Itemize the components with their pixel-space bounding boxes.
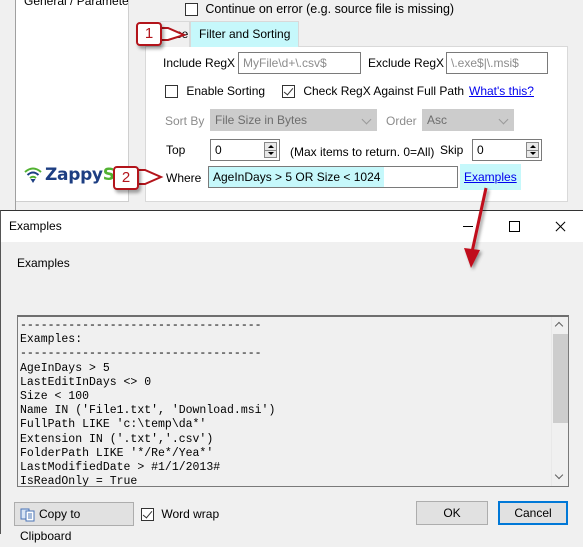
sort-by-dropdown[interactable]: File Size in Bytes xyxy=(210,109,377,131)
top-spinner[interactable]: 0 xyxy=(210,139,280,161)
top-value: 0 xyxy=(215,143,222,157)
clipboard-icon xyxy=(20,508,35,522)
parent-window: General / Paramete ZappySy Continue on e… xyxy=(0,0,583,210)
sort-by-value: File Size in Bytes xyxy=(215,113,308,127)
examples-dialog: Examples Examples ----------------------… xyxy=(0,210,583,543)
nav-item-general-parameters[interactable]: General / Paramete xyxy=(24,0,128,8)
word-wrap-label: Word wrap xyxy=(161,507,220,521)
dialog-title: Examples xyxy=(9,219,62,233)
include-regx-input[interactable]: MyFile\d+\.csv$ xyxy=(238,52,361,74)
chevron-down-icon xyxy=(498,114,509,125)
code-line: ----------------------------------- xyxy=(20,347,262,361)
check-full-path-checkbox[interactable]: Check RegX Against Full Path xyxy=(282,84,465,99)
examples-textbox[interactable]: ----------------------------------- Examp… xyxy=(17,315,569,487)
callout-1: 1 xyxy=(136,22,162,46)
ok-button[interactable]: OK xyxy=(416,501,488,525)
window-edge xyxy=(0,0,16,210)
include-regx-label: Include RegX xyxy=(163,56,236,70)
word-wrap-checkbox[interactable]: Word wrap xyxy=(141,507,220,522)
wifi-signal-icon xyxy=(24,167,42,183)
skip-spinner[interactable]: 0 xyxy=(472,139,542,161)
examples-link-highlight[interactable]: Examples xyxy=(460,164,521,190)
vertical-scrollbar[interactable] xyxy=(551,317,568,486)
code-line: Name IN ('File1.txt', 'Download.msi') xyxy=(20,404,276,418)
continue-on-error-checkbox[interactable]: Continue on error (e.g. source file is m… xyxy=(185,2,455,17)
code-line: ----------------------------------- xyxy=(20,319,262,332)
callout-2-pointer xyxy=(137,169,164,185)
code-line: FolderPath LIKE '*/Re*/Yea*' xyxy=(20,446,214,460)
checkbox-box[interactable] xyxy=(141,508,154,522)
continue-on-error-label: Continue on error (e.g. source file is m… xyxy=(205,2,455,16)
examples-link[interactable]: Examples xyxy=(464,170,517,184)
code-line: Examples: xyxy=(20,333,83,347)
code-line: Extension IN ('.txt','.csv') xyxy=(20,432,214,446)
zappysys-logo: ZappySy xyxy=(24,165,126,185)
where-input[interactable]: AgeInDays > 5 OR Size < 1024 xyxy=(208,166,458,188)
where-label: Where xyxy=(166,171,202,185)
scroll-down-icon[interactable] xyxy=(554,470,564,480)
callout-1-pointer xyxy=(160,27,187,41)
order-label: Order xyxy=(386,114,417,128)
checkbox-box[interactable] xyxy=(185,3,198,17)
exclude-regx-input[interactable]: \.exe$|\.msi$ xyxy=(446,52,548,74)
cancel-button[interactable]: Cancel xyxy=(498,501,568,525)
spinner-arrows-icon[interactable] xyxy=(264,142,277,158)
order-dropdown[interactable]: Asc xyxy=(422,109,514,131)
minimize-button[interactable] xyxy=(446,211,492,242)
exclude-regx-label: Exclude RegX xyxy=(368,56,445,70)
code-line: FullPath LIKE 'c:\temp\da*' xyxy=(20,418,207,432)
top-hint: (Max items to return. 0=All) xyxy=(290,145,435,159)
enable-sorting-checkbox[interactable]: Enable Sorting xyxy=(165,84,266,99)
copy-to-clipboard-button[interactable]: Copy to Clipboard xyxy=(14,502,134,543)
chevron-down-icon xyxy=(361,114,372,125)
spinner-arrows-icon[interactable] xyxy=(526,142,539,158)
maximize-button[interactable] xyxy=(492,211,538,242)
code-line: IsReadOnly = True xyxy=(20,475,138,487)
whats-this-link[interactable]: What's this? xyxy=(469,84,534,98)
check-full-path-label: Check RegX Against Full Path xyxy=(303,84,465,98)
close-button[interactable] xyxy=(538,211,583,242)
code-line: Size < 100 xyxy=(20,390,90,404)
tab-filter-and-sorting[interactable]: Filter and Sorting xyxy=(190,21,300,47)
top-label: Top xyxy=(166,143,186,157)
callout-2: 2 xyxy=(113,166,139,190)
checkbox-box[interactable] xyxy=(282,85,295,99)
examples-code: ----------------------------------- Examp… xyxy=(20,319,276,487)
sort-by-label: Sort By xyxy=(165,114,205,128)
scroll-thumb[interactable] xyxy=(553,334,568,423)
enable-sorting-label: Enable Sorting xyxy=(186,84,266,98)
skip-label: Skip xyxy=(440,143,464,157)
skip-value: 0 xyxy=(477,143,484,157)
code-line: AgeInDays > 5 xyxy=(20,361,110,375)
examples-label: Examples xyxy=(17,256,70,270)
scroll-up-icon[interactable] xyxy=(554,321,564,331)
order-value: Asc xyxy=(427,113,448,127)
dialog-titlebar[interactable]: Examples xyxy=(1,211,583,242)
code-line: LastEditInDays <> 0 xyxy=(20,375,152,389)
code-line: LastModifiedDate > #1/1/2013# xyxy=(20,461,221,475)
where-value: AgeInDays > 5 OR Size < 1024 xyxy=(209,167,385,187)
checkbox-box[interactable] xyxy=(165,85,178,99)
